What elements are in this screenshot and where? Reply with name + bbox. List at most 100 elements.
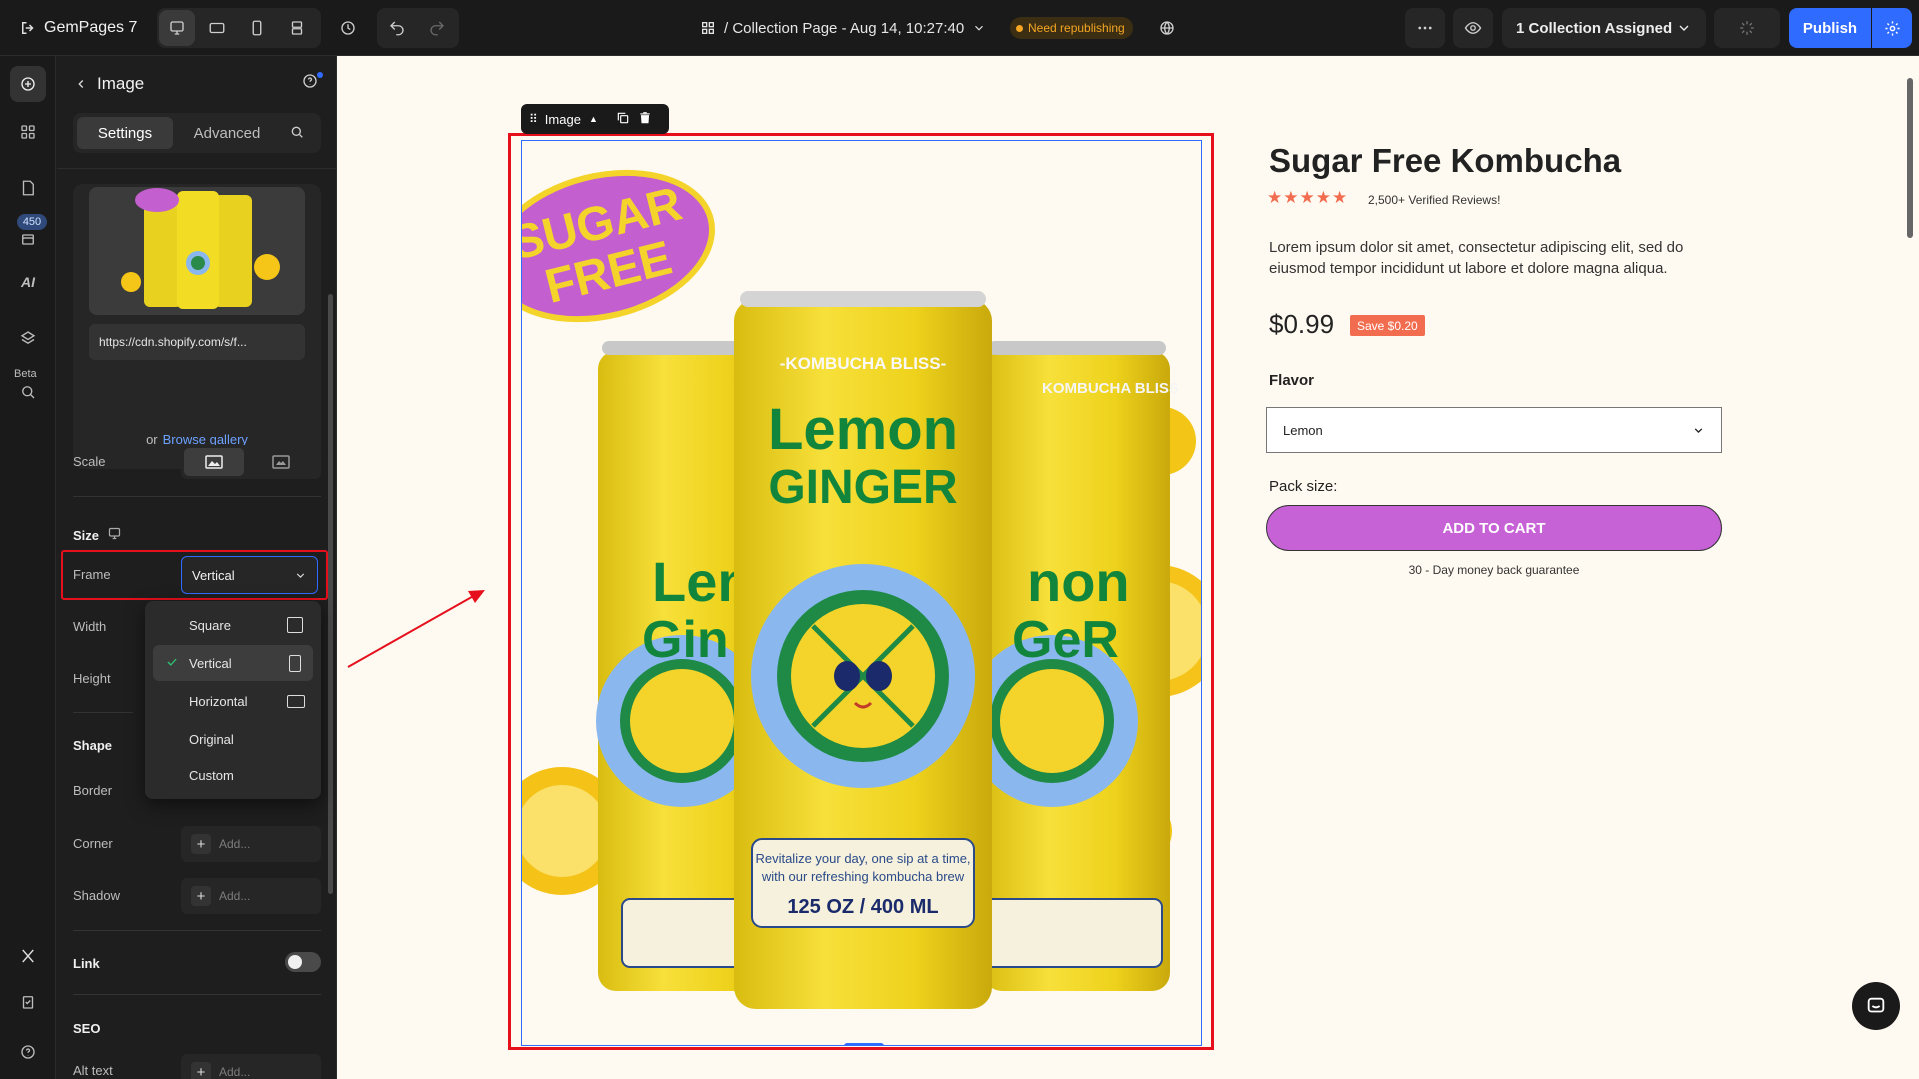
size-heading: Size <box>73 528 100 543</box>
tab-settings[interactable]: Settings <box>77 117 173 149</box>
more-dots-icon <box>1418 26 1432 30</box>
desktop-view-button[interactable] <box>159 10 195 46</box>
history-button[interactable] <box>330 10 366 46</box>
help-button[interactable] <box>10 1034 46 1070</box>
star-icon: ★ <box>1267 188 1284 207</box>
scale-fit-option[interactable] <box>251 448 311 476</box>
image-element[interactable]: Lem Gin KOMBUCHA BLISS non GeR -KOMBUCHA… <box>521 140 1202 1046</box>
volume-text: 125 OZ / 400 ML <box>787 896 938 918</box>
horizontal-shape-icon <box>287 694 305 708</box>
desktop-breakpoint-icon[interactable] <box>107 526 123 542</box>
add-to-cart-button[interactable]: ADD TO CART <box>1266 505 1722 551</box>
checklist-button[interactable] <box>10 984 46 1020</box>
kombucha-thumbnail-icon <box>121 188 280 309</box>
trash-icon[interactable] <box>638 111 652 128</box>
undo-button[interactable] <box>379 10 415 46</box>
frame-option-square[interactable]: Square <box>153 607 313 643</box>
chevron-down-icon <box>1694 427 1703 433</box>
or-text: or <box>146 432 158 447</box>
caret-up-icon[interactable]: ▲ <box>589 114 598 124</box>
globe-icon <box>1160 21 1174 35</box>
chevron-down-icon <box>1679 25 1689 31</box>
back-button[interactable] <box>69 72 93 96</box>
search-settings-button[interactable] <box>289 124 307 142</box>
language-button[interactable] <box>1149 10 1185 46</box>
add-element-button[interactable] <box>10 66 46 102</box>
border-label: Border <box>73 783 113 798</box>
shadow-add-control[interactable]: + Add... <box>181 878 321 914</box>
flavor-select-value: Lemon <box>1283 422 1323 438</box>
square-shape-icon <box>287 617 303 633</box>
link-toggle[interactable] <box>285 952 321 972</box>
element-help-icon[interactable] <box>301 72 323 94</box>
svg-text:non: non <box>1027 550 1130 613</box>
image-thumbnail[interactable] <box>89 187 305 315</box>
frame-dropdown-menu: Square Vertical Horizontal Original Cust… <box>145 601 321 799</box>
plus-icon: + <box>191 1062 211 1079</box>
flavor-line2-text: GINGER <box>768 461 957 514</box>
corner-add-control[interactable]: + Add... <box>181 826 321 862</box>
exit-button[interactable] <box>14 14 42 42</box>
publish-button[interactable]: Publish <box>1789 8 1871 48</box>
responsive-view-button[interactable] <box>279 10 315 46</box>
corner-add-placeholder: Add... <box>219 837 251 851</box>
exit-icon <box>22 22 34 34</box>
frame-option-original[interactable]: Original <box>153 721 313 757</box>
panel-scrollbar[interactable] <box>328 294 333 894</box>
app-name: GemPages 7 <box>44 19 138 36</box>
left-rail: 450 AI Beta <box>0 56 56 1079</box>
eye-icon <box>1464 22 1482 34</box>
tab-advanced[interactable]: Advanced <box>179 117 275 149</box>
layers-button[interactable] <box>10 320 46 356</box>
width-label: Width <box>73 619 107 634</box>
canvas-scrollbar[interactable] <box>1907 78 1913 238</box>
tablet-landscape-button[interactable] <box>199 10 235 46</box>
sections-button[interactable] <box>10 114 46 150</box>
flavor-label: Flavor <box>1269 372 1315 389</box>
preview-button[interactable] <box>1453 8 1493 48</box>
svg-text:Gin: Gin <box>642 611 729 669</box>
frame-option-label: Horizontal <box>189 693 248 709</box>
library-button[interactable] <box>10 220 46 256</box>
redo-button[interactable] <box>419 10 455 46</box>
frame-select[interactable]: Vertical <box>181 556 318 594</box>
layers-icon <box>20 331 36 345</box>
more-options-button[interactable] <box>1405 8 1445 48</box>
frame-option-custom[interactable]: Custom <box>153 757 313 793</box>
drag-handle-icon[interactable]: ⠿ <box>529 112 538 126</box>
svg-text:GeR: GeR <box>1012 611 1119 669</box>
product-price: $0.99 <box>1269 309 1335 339</box>
redo-icon <box>430 21 444 36</box>
pages-button[interactable] <box>10 170 46 206</box>
frame-option-horizontal[interactable]: Horizontal <box>153 683 313 719</box>
x-logo-icon <box>22 949 34 963</box>
checkmark-icon <box>165 655 179 672</box>
ai-button[interactable]: AI <box>10 264 46 300</box>
seo-heading: SEO <box>73 1021 101 1036</box>
spinner-icon <box>1740 21 1754 35</box>
vertical-shape-icon <box>289 654 301 672</box>
clipboard-icon <box>22 996 34 1009</box>
scale-label: Scale <box>73 454 106 469</box>
scale-fill-option[interactable] <box>184 448 244 476</box>
star-icon: ★ <box>1283 188 1300 207</box>
page-selector[interactable]: / Collection Page - Aug 14, 10:27:40 <box>700 14 986 42</box>
star-icon: ★ <box>1315 188 1332 207</box>
mobile-view-button[interactable] <box>239 10 275 46</box>
link-heading: Link <box>73 956 100 971</box>
chat-widget-button[interactable] <box>1852 982 1900 1030</box>
frame-option-vertical[interactable]: Vertical <box>153 645 313 681</box>
chevron-down-icon <box>296 572 305 578</box>
frame-label: Frame <box>73 567 111 582</box>
shadow-add-placeholder: Add... <box>219 889 251 903</box>
duplicate-icon[interactable] <box>616 111 630 128</box>
tagline-line1-text: Revitalize your day, one sip at a time, <box>755 851 970 866</box>
search-icon <box>291 126 303 138</box>
alt-text-add-control[interactable]: + Add... <box>181 1054 321 1079</box>
flavor-select[interactable]: Lemon <box>1266 407 1722 453</box>
image-url-field[interactable]: https://cdn.shopify.com/s/f... <box>89 324 305 360</box>
x-app-button[interactable] <box>10 938 46 974</box>
publish-options-button[interactable] <box>1872 8 1912 48</box>
beta-feature-button[interactable] <box>10 374 46 410</box>
collection-assigned-dropdown[interactable]: 1 Collection Assigned <box>1502 8 1706 48</box>
